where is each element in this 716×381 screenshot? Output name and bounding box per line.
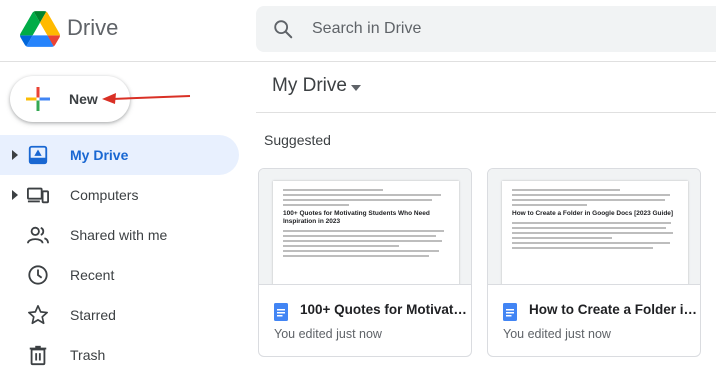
sidebar-item-label: Starred [70,307,116,323]
expand-caret-icon[interactable] [11,149,19,161]
sidebar-item-label: My Drive [70,147,129,163]
sidebar-item-label: Trash [70,347,106,363]
sidebar-item-computers[interactable]: Computers [0,175,240,215]
thumbnail-heading: How to Create a Folder in Google Docs [2… [512,210,674,217]
section-title: Suggested [264,132,331,148]
annotation-arrow-icon [102,93,191,104]
divider [256,112,716,113]
app-name: Drive [67,15,119,40]
search-input[interactable]: Search in Drive [312,20,421,38]
star-icon [28,305,48,325]
top-bar: Drive Search in Drive [0,0,716,62]
trash-icon [29,345,47,366]
document-preview: 100+ Quotes for Motivating Students Who … [273,181,459,284]
sidebar-item-starred[interactable]: Starred [0,295,240,335]
page-title[interactable]: My Drive [272,75,347,97]
google-docs-icon [503,303,517,321]
dropdown-caret-icon[interactable] [350,84,362,92]
file-card[interactable]: How to Create a Folder in Google Docs [2… [487,168,701,357]
file-activity: You edited just now [274,327,382,341]
new-button-label: New [69,91,98,107]
drive-logo-icon[interactable] [20,11,60,47]
search-icon[interactable] [272,18,294,40]
computers-icon [27,187,49,204]
sidebar-item-recent[interactable]: Recent [0,255,240,295]
google-docs-icon [274,303,288,321]
sidebar-item-trash[interactable]: Trash [0,335,240,375]
sidebar-item-my-drive[interactable]: My Drive [0,135,239,175]
clock-icon [28,265,48,285]
file-thumbnail[interactable]: 100+ Quotes for Motivating Students Who … [259,169,471,285]
file-activity: You edited just now [503,327,611,341]
search-bar[interactable]: Search in Drive [256,6,716,52]
file-name: 100+ Quotes for Motivating Students Who … [300,302,470,317]
sidebar-item-shared-with-me[interactable]: Shared with me [0,215,240,255]
expand-caret-icon[interactable] [11,189,19,201]
shared-with-me-icon [27,226,49,244]
my-drive-icon [28,145,48,165]
sidebar-item-label: Computers [70,187,139,203]
file-card[interactable]: 100+ Quotes for Motivating Students Who … [258,168,472,357]
sidebar-item-label: Recent [70,267,115,283]
plus-icon [26,87,50,111]
file-thumbnail[interactable]: How to Create a Folder in Google Docs [2… [488,169,700,285]
thumbnail-heading: 100+ Quotes for Motivating Students Who … [283,210,430,225]
sidebar-item-label: Shared with me [70,227,168,243]
document-preview: How to Create a Folder in Google Docs [2… [502,181,688,284]
file-name: How to Create a Folder in Google Docs [2… [529,302,699,317]
